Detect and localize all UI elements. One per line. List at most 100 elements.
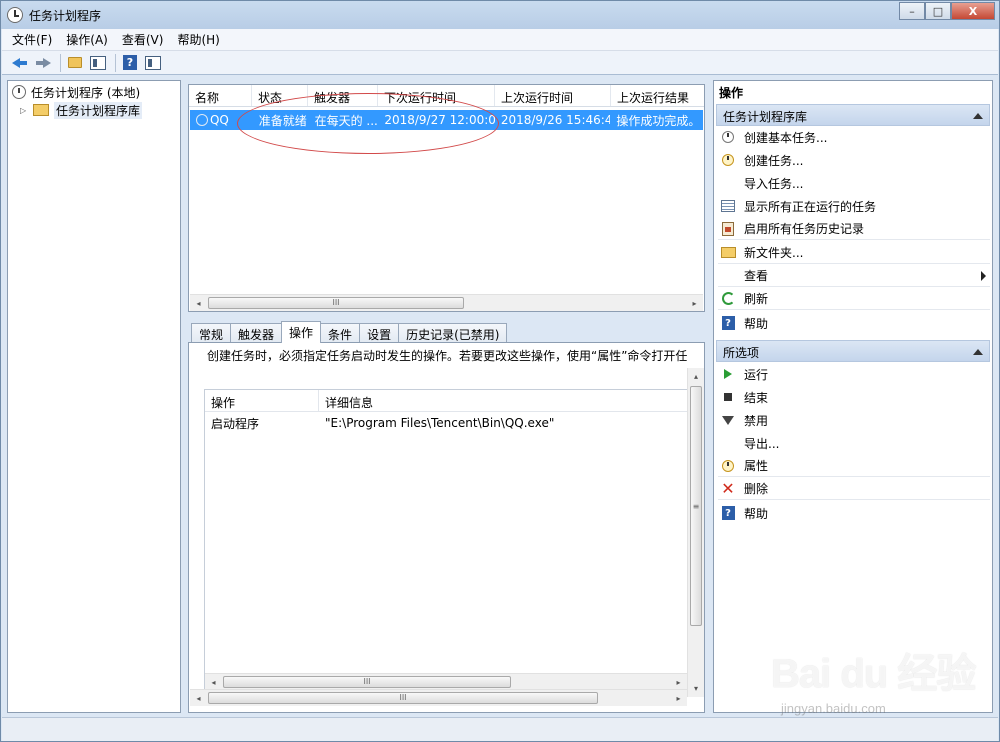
- tree-item-library[interactable]: ▷ 任务计划程序库: [20, 101, 143, 119]
- tab-body-hscrollbar[interactable]: ◂ III ▸: [190, 689, 687, 706]
- folder-up-icon: [68, 57, 82, 68]
- actions-vscrollbar[interactable]: ▴ ≡ ▾: [687, 368, 704, 697]
- column-header-details[interactable]: 详细信息: [319, 390, 687, 411]
- action-help-selected[interactable]: ? 帮助: [718, 502, 990, 524]
- toolbar-separator: [115, 53, 116, 72]
- title-bar[interactable]: 任务计划程序 – □ X: [1, 1, 999, 29]
- tree-item-root[interactable]: 任务计划程序 (本地): [12, 83, 140, 101]
- up-folder-button[interactable]: [65, 54, 85, 72]
- action-label: 帮助: [744, 506, 769, 521]
- toolbar: ?: [2, 51, 998, 75]
- help-icon: ?: [123, 55, 137, 70]
- action-label: 属性: [744, 459, 769, 473]
- action-new-folder[interactable]: 新文件夹...: [718, 242, 990, 264]
- back-arrow-icon: [12, 57, 28, 69]
- collapse-caret-icon[interactable]: [973, 349, 983, 355]
- scroll-left-icon[interactable]: ◂: [205, 674, 222, 690]
- tab-conditions[interactable]: 条件: [320, 323, 361, 343]
- action-label: 查看: [744, 269, 769, 283]
- menu-help[interactable]: 帮助(H): [177, 31, 219, 48]
- actions-table: 操作 详细信息 启动程序 "E:\Program Files\Tencent\B…: [204, 389, 688, 691]
- section-header-label: 所选项: [723, 346, 760, 360]
- action-type: 启动程序: [211, 416, 260, 431]
- action-create-basic-task[interactable]: 创建基本任务...: [718, 126, 990, 148]
- close-button[interactable]: X: [951, 2, 995, 20]
- section-header-library[interactable]: 任务计划程序库: [716, 104, 990, 126]
- collapse-caret-icon[interactable]: [973, 113, 983, 119]
- section-header-selected[interactable]: 所选项: [716, 340, 990, 362]
- submenu-arrow-icon: [981, 271, 986, 281]
- column-header-action[interactable]: 操作: [205, 390, 319, 411]
- blank-icon: [720, 435, 736, 451]
- action-pane-icon: [145, 55, 161, 70]
- scroll-thumb[interactable]: ≡: [690, 386, 702, 626]
- red-annotation-ellipse: [237, 93, 499, 154]
- action-label: 删除: [744, 482, 769, 496]
- action-end[interactable]: 结束: [718, 386, 990, 408]
- column-header-name[interactable]: 名称: [189, 85, 252, 106]
- action-help[interactable]: ? 帮助: [718, 312, 990, 334]
- stop-icon: [720, 389, 736, 405]
- expand-arrow-icon[interactable]: ▷: [20, 106, 30, 115]
- scroll-down-icon[interactable]: ▾: [688, 680, 704, 697]
- menu-view[interactable]: 查看(V): [122, 31, 164, 48]
- show-hide-tree-button[interactable]: [88, 54, 108, 72]
- back-button[interactable]: [10, 54, 30, 72]
- action-show-running-tasks[interactable]: 显示所有正在运行的任务: [718, 195, 990, 217]
- help-icon: ?: [720, 505, 736, 521]
- folder-icon: [720, 245, 736, 261]
- tab-actions[interactable]: 操作: [281, 321, 322, 343]
- action-import-task[interactable]: 导入任务...: [718, 172, 990, 194]
- scroll-left-icon[interactable]: ◂: [190, 295, 207, 311]
- action-export[interactable]: 导出...: [718, 432, 990, 454]
- task-detail-tabs: 常规 触发器 操作 条件 设置 历史记录(已禁用): [191, 321, 508, 343]
- scroll-left-icon[interactable]: ◂: [190, 690, 207, 706]
- scroll-thumb[interactable]: III: [223, 676, 511, 688]
- action-label: 创建任务...: [744, 153, 804, 168]
- delete-x-icon: ✕: [721, 478, 735, 498]
- task-scheduler-window: 任务计划程序 – □ X 文件(F) 操作(A) 查看(V) 帮助(H) ? 任…: [0, 0, 1000, 742]
- action-refresh[interactable]: 刷新: [718, 288, 990, 310]
- action-delete[interactable]: ✕ 删除: [718, 478, 990, 500]
- help-button[interactable]: ?: [120, 54, 140, 72]
- action-view[interactable]: 查看: [718, 265, 990, 287]
- running-tasks-icon: [720, 198, 736, 214]
- action-enable-history[interactable]: 启用所有任务历史记录: [718, 218, 990, 240]
- tab-history[interactable]: 历史记录(已禁用): [398, 323, 508, 343]
- action-label: 新文件夹...: [744, 246, 804, 260]
- scroll-right-icon[interactable]: ▸: [670, 690, 687, 706]
- maximize-button[interactable]: □: [925, 2, 951, 20]
- disable-arrow-icon: [720, 412, 736, 428]
- scroll-thumb[interactable]: III: [208, 297, 464, 309]
- scroll-up-icon[interactable]: ▴: [688, 368, 704, 385]
- task-list-hscrollbar[interactable]: ◂ III ▸: [190, 294, 703, 311]
- help-icon: ?: [720, 315, 736, 331]
- action-properties[interactable]: 属性: [718, 455, 990, 477]
- action-label: 刷新: [744, 292, 769, 306]
- scroll-right-icon[interactable]: ▸: [686, 295, 703, 311]
- action-create-task[interactable]: 创建任务...: [718, 149, 990, 171]
- actions-pane-title: 操作: [714, 81, 992, 103]
- forward-button[interactable]: [33, 54, 53, 72]
- tab-general[interactable]: 常规: [191, 323, 232, 343]
- refresh-icon: [720, 291, 736, 307]
- menu-file[interactable]: 文件(F): [12, 31, 52, 48]
- action-run[interactable]: 运行: [718, 363, 990, 385]
- menu-action[interactable]: 操作(A): [66, 31, 108, 48]
- tree-root-label: 任务计划程序 (本地): [31, 85, 141, 100]
- clock-icon: [7, 7, 23, 23]
- scroll-thumb[interactable]: III: [208, 692, 598, 704]
- menu-bar: 文件(F) 操作(A) 查看(V) 帮助(H): [2, 29, 998, 51]
- create-basic-task-icon: [720, 129, 736, 145]
- scroll-right-icon[interactable]: ▸: [670, 674, 687, 690]
- tab-settings[interactable]: 设置: [359, 323, 400, 343]
- column-header-last-result[interactable]: 上次运行结果: [611, 85, 704, 106]
- tab-triggers[interactable]: 触发器: [230, 323, 283, 343]
- actions-table-hscrollbar[interactable]: ◂ III ▸: [205, 673, 687, 690]
- section-header-label: 任务计划程序库: [723, 110, 808, 124]
- show-action-pane-button[interactable]: [143, 54, 163, 72]
- minimize-button[interactable]: –: [899, 2, 925, 20]
- table-row[interactable]: 启动程序 "E:\Program Files\Tencent\Bin\QQ.ex…: [205, 412, 687, 434]
- action-disable[interactable]: 禁用: [718, 409, 990, 431]
- column-header-last-run[interactable]: 上次运行时间: [495, 85, 611, 106]
